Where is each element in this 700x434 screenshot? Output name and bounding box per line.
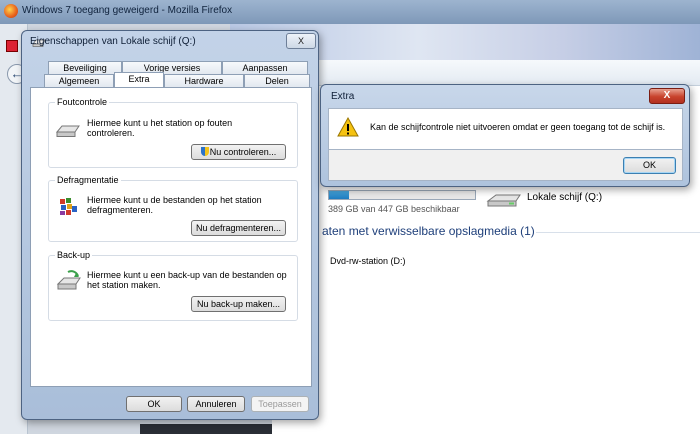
tab-hardware[interactable]: Hardware bbox=[164, 74, 244, 87]
section-divider bbox=[536, 232, 700, 233]
tab-aanpassen[interactable]: Aanpassen bbox=[222, 61, 308, 74]
defrag-now-button[interactable]: Nu defragmenteren... bbox=[191, 220, 286, 236]
group-title: Defragmentatie bbox=[55, 175, 121, 185]
defragment-icon bbox=[60, 198, 77, 215]
backup-now-button[interactable]: Nu back-up maken... bbox=[191, 296, 286, 312]
hard-drive-icon bbox=[56, 125, 80, 137]
backup-text-line1: Hiermee kunt u een back-up van de bestan… bbox=[87, 270, 287, 280]
drive-q-label[interactable]: Lokale schijf (Q:) bbox=[527, 192, 602, 203]
tab-beveiliging[interactable]: Beveiliging bbox=[48, 61, 122, 74]
firefox-logo-icon bbox=[4, 4, 18, 18]
close-button[interactable]: X bbox=[649, 88, 685, 104]
tab-extra[interactable]: Extra bbox=[114, 72, 164, 87]
ok-button[interactable]: OK bbox=[126, 396, 182, 412]
uac-shield-icon bbox=[200, 147, 209, 156]
hard-drive-icon[interactable] bbox=[486, 192, 522, 208]
dvd-drive-label[interactable]: Dvd-rw-station (D:) bbox=[330, 256, 406, 266]
errorcheck-text-line1: Hiermee kunt u het station op fouten bbox=[87, 118, 233, 128]
dialog-title: Eigenschappen van Lokale schijf (Q:) bbox=[30, 36, 196, 47]
errorcheck-text-line2: controleren. bbox=[87, 128, 135, 138]
warning-icon bbox=[337, 117, 359, 137]
drive-free-space: 389 GB van 447 GB beschikbaar bbox=[328, 204, 460, 214]
firefox-window-title: Windows 7 toegang geweigerd - Mozilla Fi… bbox=[22, 5, 233, 16]
backup-icon bbox=[56, 270, 81, 290]
taskbar-fragment bbox=[140, 424, 272, 434]
drive-usage-fill bbox=[329, 191, 349, 199]
check-now-button[interactable]: Nu controleren... bbox=[191, 144, 286, 160]
group-title: Foutcontrole bbox=[55, 97, 110, 107]
backup-text-line2: het station maken. bbox=[87, 280, 161, 290]
check-now-label: Nu controleren... bbox=[209, 147, 277, 157]
tab-algemeen[interactable]: Algemeen bbox=[44, 74, 114, 87]
cancel-button[interactable]: Annuleren bbox=[187, 396, 245, 412]
group-title: Back-up bbox=[55, 250, 93, 260]
drive-usage-bar bbox=[328, 190, 476, 200]
tab-favicon-icon bbox=[6, 40, 18, 52]
error-ok-button[interactable]: OK bbox=[623, 157, 676, 174]
error-dialog-title: Extra bbox=[331, 91, 355, 102]
defrag-text-line1: Hiermee kunt u de bestanden op het stati… bbox=[87, 195, 262, 205]
close-button[interactable]: X bbox=[286, 33, 316, 49]
explorer-toolbar bbox=[272, 60, 700, 86]
error-message: Kan de schijfcontrole niet uitvoeren omd… bbox=[370, 122, 666, 132]
removable-media-header: aten met verwisselbare opslagmedia (1) bbox=[322, 224, 535, 238]
tab-delen[interactable]: Delen bbox=[244, 74, 310, 87]
apply-button[interactable]: Toepassen bbox=[251, 396, 309, 412]
defrag-text-line2: defragmenteren. bbox=[87, 205, 154, 215]
